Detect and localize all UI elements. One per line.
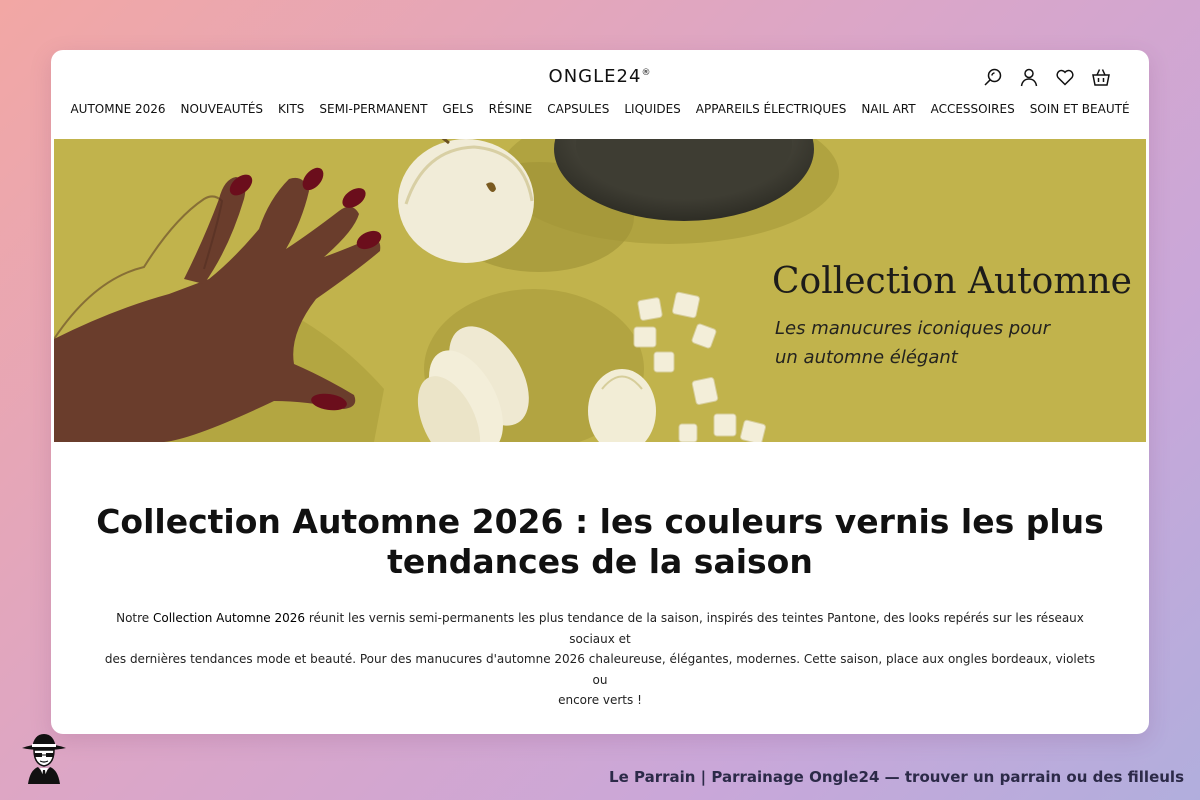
footer-caption: Le Parrain | Parrainage Ongle24 — trouve… xyxy=(609,768,1184,786)
user-icon[interactable] xyxy=(1019,67,1039,87)
logo-text[interactable]: ONGLE24 xyxy=(549,66,642,87)
collection-description: Notre Collection Automne 2026 réunit les… xyxy=(96,608,1104,711)
page-title-line2: tendances de la saison xyxy=(387,542,813,581)
page-title-line1: Collection Automne 2026 : les couleurs v… xyxy=(96,502,1104,541)
desc-line2: des dernières tendances mode et beauté. … xyxy=(104,652,1096,687)
nav-item-resine[interactable]: RÉSINE xyxy=(489,102,533,116)
desc-line1: Notre Collection Automne 2026 réunit les… xyxy=(96,608,1104,649)
nav-item-kits[interactable]: KITS xyxy=(278,102,304,116)
nav-item-nouveautes[interactable]: NOUVEAUTÉS xyxy=(181,102,264,116)
mafia-man-icon xyxy=(22,734,66,784)
nav-item-appareils-electriques[interactable]: APPAREILS ÉLECTRIQUES xyxy=(696,102,847,116)
main-nav: AUTOMNE 2026 NOUVEAUTÉS KITS SEMI-PERMAN… xyxy=(51,102,1149,116)
nav-item-automne-2026[interactable]: AUTOMNE 2026 xyxy=(70,102,165,116)
desc-prefix: Notre xyxy=(116,611,153,625)
nav-item-nail-art[interactable]: NAIL ART xyxy=(861,102,915,116)
page-title: Collection Automne 2026 : les couleurs v… xyxy=(91,502,1109,582)
hero-banner[interactable]: Collection Automne Les manucures iconiqu… xyxy=(54,139,1146,442)
hero-subtitle-line2: un automne élégant xyxy=(775,347,958,368)
logo-mark: ® xyxy=(641,68,652,78)
header-icons xyxy=(983,67,1111,87)
hero-title: Collection Automne xyxy=(772,261,1132,302)
basket-icon[interactable] xyxy=(1091,67,1111,87)
heart-icon[interactable] xyxy=(1055,67,1075,87)
desc-line1-rest: réunit les vernis semi-permanents les pl… xyxy=(305,611,1084,646)
search-icon[interactable] xyxy=(983,67,1003,87)
nav-item-semi-permanent[interactable]: SEMI-PERMANENT xyxy=(319,102,427,116)
hero-subtitle-line1: Les manucures iconiques pour xyxy=(775,318,1051,339)
desc-highlight: Collection Automne 2026 xyxy=(152,611,306,625)
nav-item-soin-et-beaute[interactable]: SOIN ET BEAUTÉ xyxy=(1030,102,1130,116)
page-card: ONGLE24® AUTOMNE 2026 NOUVEAUTÉS KITS SE… xyxy=(51,50,1149,734)
hero-subtitle: Les manucures iconiques pour un automne … xyxy=(775,314,1105,372)
nav-item-capsules[interactable]: CAPSULES xyxy=(547,102,609,116)
desc-line3: encore verts ! xyxy=(558,693,642,707)
nav-item-liquides[interactable]: LIQUIDES xyxy=(624,102,680,116)
apple-half-shape xyxy=(398,139,534,263)
nav-item-accessoires[interactable]: ACCESSOIRES xyxy=(931,102,1015,116)
nav-item-gels[interactable]: GELS xyxy=(442,102,473,116)
